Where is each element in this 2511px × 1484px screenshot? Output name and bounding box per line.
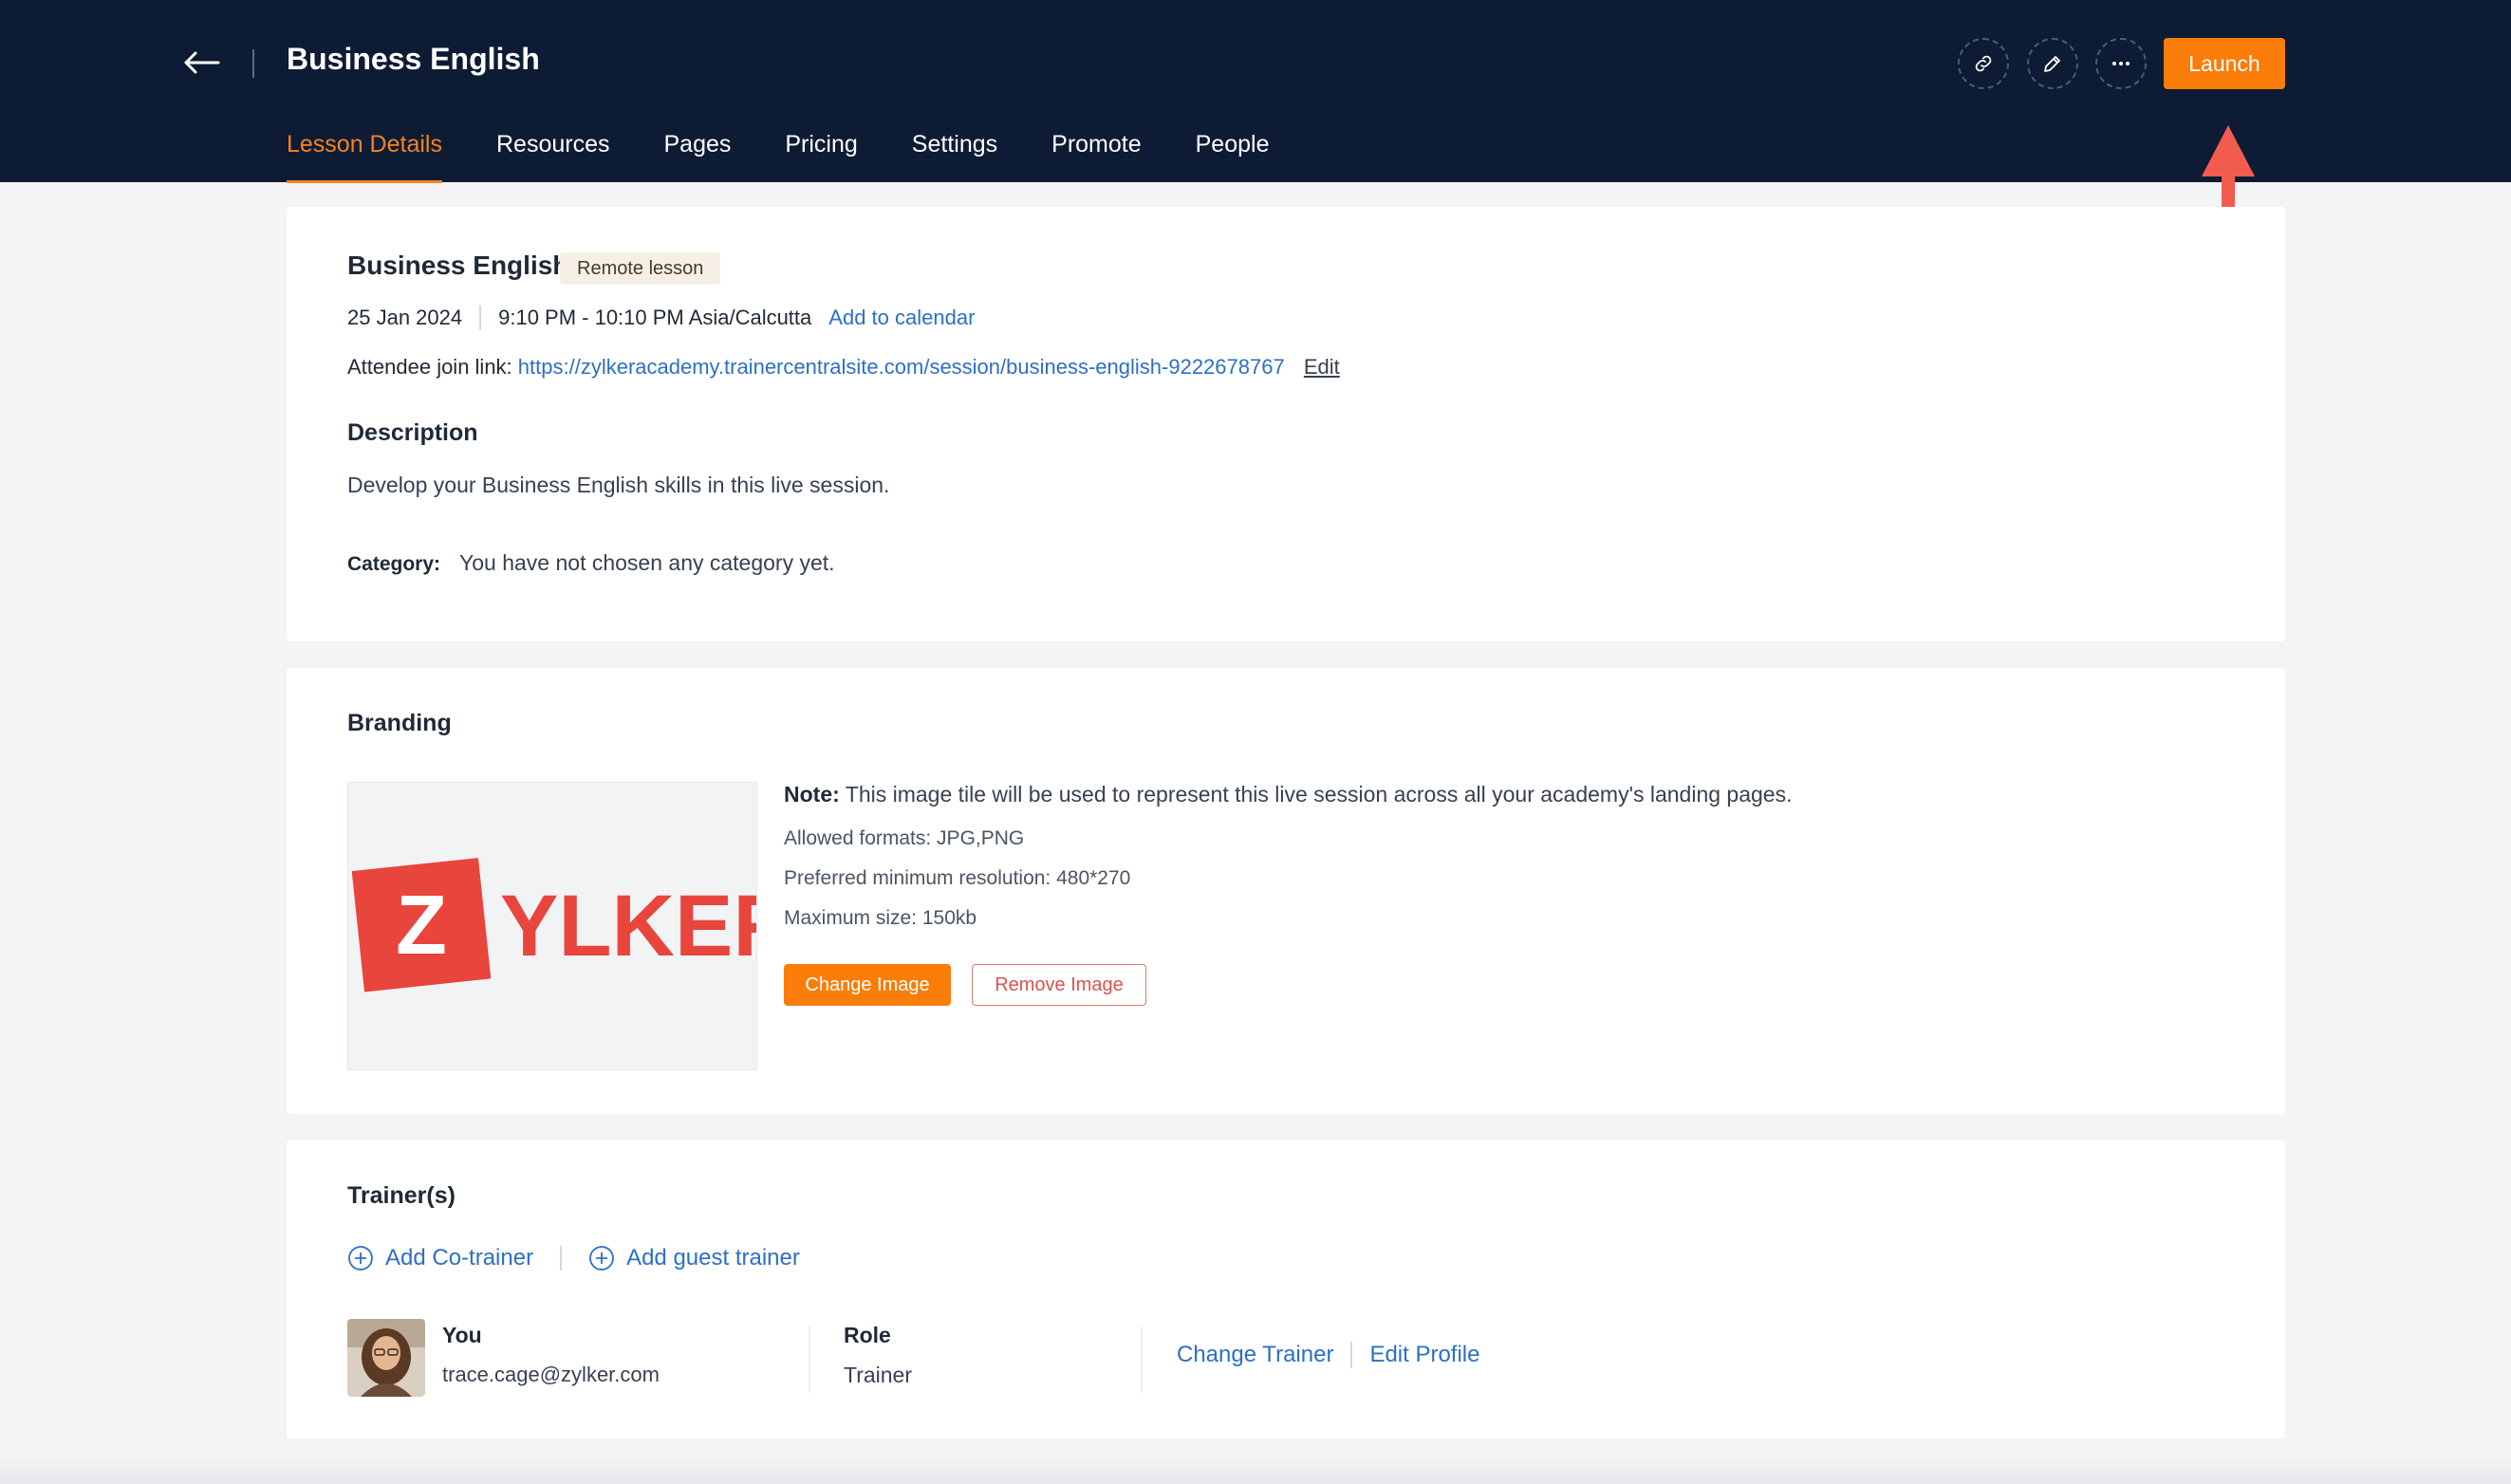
svg-text:YLKER: YLKER [500,878,757,974]
remove-image-button[interactable]: Remove Image [972,964,1146,1006]
trainer-name: You [442,1323,482,1347]
meta-divider [479,306,482,330]
branding-heading: Branding [347,710,452,736]
page-bottom-edge [0,1457,2511,1484]
svg-text:Z: Z [396,878,447,972]
trainers-heading: Trainer(s) [347,1182,456,1209]
back-arrow-icon [184,51,220,74]
edit-profile-link[interactable]: Edit Profile [1369,1342,1479,1368]
add-guest-trainer-label: Add guest trainer [626,1245,800,1271]
note-label: Note: [784,782,840,807]
schedule-row: 25 Jan 2024 9:10 PM - 10:10 PM Asia/Calc… [347,306,975,330]
column-divider [1141,1326,1143,1393]
role-heading: Role [844,1323,891,1347]
add-guest-trainer-link[interactable]: Add guest trainer [588,1245,800,1271]
trainer-email: trace.cage@zylker.com [442,1363,660,1386]
link-icon [1975,55,1992,72]
role-value: Trainer [844,1363,912,1387]
more-icon [2112,62,2130,65]
branding-note: Note: This image tile will be used to re… [784,782,1792,807]
join-link-label: Attendee join link: [347,355,512,379]
pencil-icon [2044,56,2060,72]
plus-circle-icon [589,1246,614,1271]
avatar [347,1319,425,1397]
actions-divider [1350,1342,1353,1368]
tab-settings[interactable]: Settings [912,121,997,180]
category-row: Category: You have not chosen any catego… [347,550,835,576]
lesson-date: 25 Jan 2024 [347,306,463,329]
plus-circle-icon [348,1246,373,1271]
back-button[interactable] [180,42,222,83]
lesson-details-card: Business English Remote lesson 25 Jan 20… [287,207,2285,641]
allowed-formats: Allowed formats: JPG,PNG [784,827,1025,849]
note-text: This image tile will be used to represen… [845,782,1793,807]
tab-pages[interactable]: Pages [663,121,731,180]
description-text: Develop your Business English skills in … [347,473,890,497]
branding-image-tile: Z YLKER [347,782,757,1070]
tab-pricing[interactable]: Pricing [785,121,857,180]
join-link-url[interactable]: https://zylkeracademy.trainercentralsite… [518,355,1285,379]
tab-resources[interactable]: Resources [496,121,610,180]
zylker-logo: Z YLKER [351,858,757,992]
add-cotrainer-label: Add Co-trainer [385,1245,534,1271]
tab-promote[interactable]: Promote [1051,121,1141,180]
copy-link-button[interactable] [1958,38,2009,89]
lesson-title: Business English [347,250,569,280]
branding-card: Branding Z YLKER Note: This image tile w… [287,668,2285,1114]
trainer-row-actions: Change Trainer Edit Profile [1177,1342,1480,1368]
tab-people[interactable]: People [1196,121,1270,180]
edit-button[interactable] [2027,38,2078,89]
top-header: Business English Lesson Details Resource… [0,0,2511,183]
trainer-actions-row: Add Co-trainer Add guest trainer [347,1245,800,1271]
min-resolution: Preferred minimum resolution: 480*270 [784,867,1131,889]
page-title: Business English [287,42,540,76]
column-divider [809,1326,810,1393]
trainers-card: Trainer(s) Add Co-trainer Add guest trai… [287,1141,2285,1438]
add-cotrainer-link[interactable]: Add Co-trainer [347,1245,533,1271]
actions-divider [560,1246,563,1271]
launch-button[interactable]: Launch [2164,38,2285,89]
join-link-row: Attendee join link: https://zylkeracadem… [347,355,1340,380]
max-size: Maximum size: 150kb [784,907,977,929]
header-divider [252,49,254,78]
description-heading: Description [347,419,478,446]
tab-lesson-details[interactable]: Lesson Details [287,121,442,183]
lesson-type-badge: Remote lesson [560,252,721,285]
change-image-button[interactable]: Change Image [784,964,951,1006]
add-to-calendar-link[interactable]: Add to calendar [828,306,975,330]
tab-bar: Lesson Details Resources Pages Pricing S… [287,121,1323,183]
lesson-time: 9:10 PM - 10:10 PM Asia/Calcutta [498,306,812,329]
change-trainer-link[interactable]: Change Trainer [1177,1342,1333,1368]
more-options-button[interactable] [2095,38,2147,89]
category-label: Category: [347,553,441,575]
category-value: You have not chosen any category yet. [459,550,835,575]
edit-join-link[interactable]: Edit [1304,355,1340,379]
